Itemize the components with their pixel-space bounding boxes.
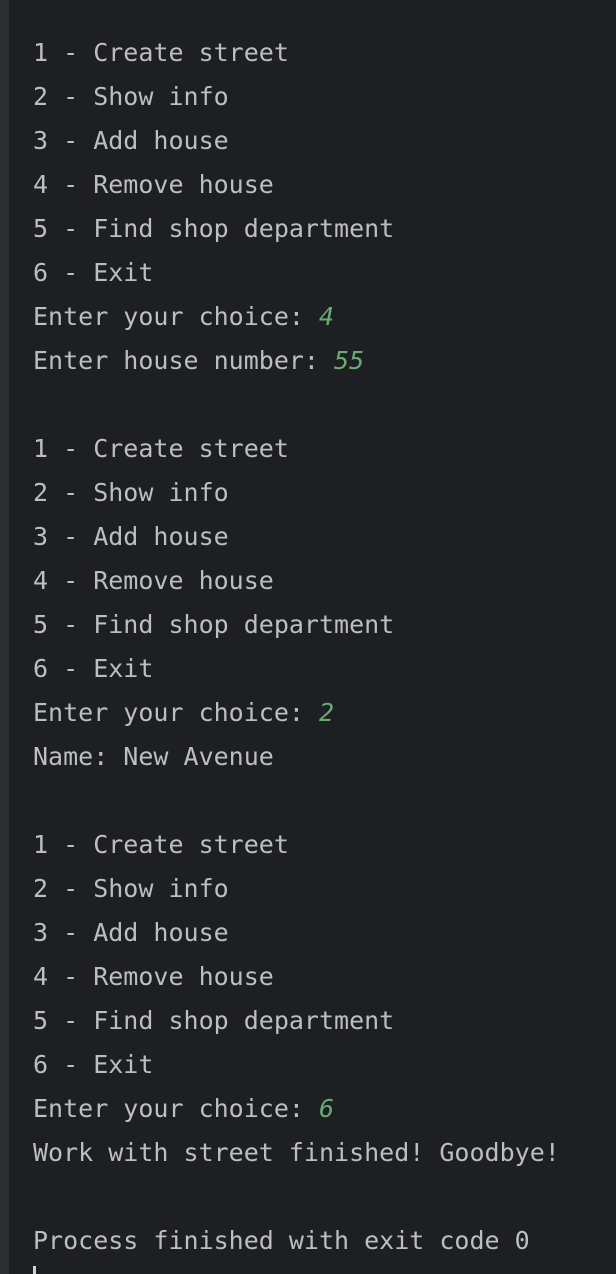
console-line: 1 - Create street bbox=[33, 823, 616, 867]
console-line: 4 - Remove house bbox=[33, 955, 616, 999]
console-line: Enter house number: 55 bbox=[33, 339, 616, 383]
console-line-text: 5 - Find shop department bbox=[33, 1006, 395, 1035]
console-line-text: 6 - Exit bbox=[33, 1050, 154, 1079]
console-line-text: Enter your choice: bbox=[33, 698, 319, 727]
console-line-text: 2 - Show info bbox=[33, 478, 229, 507]
console-line: 3 - Add house bbox=[33, 119, 616, 163]
user-input-value: 2 bbox=[318, 698, 335, 727]
user-input-value: 4 bbox=[318, 302, 335, 331]
console-line-text: 1 - Create street bbox=[33, 830, 289, 859]
console-line-text: 4 - Remove house bbox=[33, 170, 274, 199]
user-input-value: 55 bbox=[334, 346, 365, 375]
console-line: 5 - Find shop department bbox=[33, 603, 616, 647]
run-console[interactable]: 1 - Create street 2 - Show info 3 - Add ho… bbox=[0, 0, 616, 1274]
console-line-text: 3 - Add house bbox=[33, 918, 229, 947]
console-line-text: 3 - Add house bbox=[33, 126, 229, 155]
console-line: 4 - Remove house bbox=[33, 559, 616, 603]
console-output[interactable]: 1 - Create street 2 - Show info 3 - Add ho… bbox=[33, 31, 616, 1263]
console-line-text: Enter house number: bbox=[33, 346, 335, 375]
console-line: 2 - Show info bbox=[33, 75, 616, 119]
console-line: 3 - Add house bbox=[33, 911, 616, 955]
console-line-text: Name: New Avenue bbox=[33, 742, 274, 771]
console-line: 6 - Exit bbox=[33, 1043, 616, 1087]
console-line-text: 5 - Find shop department bbox=[33, 610, 395, 639]
console-line-text: 2 - Show info bbox=[33, 82, 229, 111]
console-line: 2 - Show info bbox=[33, 471, 616, 515]
console-line-text: 1 - Create street bbox=[33, 38, 289, 67]
console-line: Process finished with exit code 0 bbox=[33, 1219, 616, 1263]
console-line-text: Enter your choice: bbox=[33, 302, 319, 331]
console-gutter bbox=[0, 0, 9, 1274]
console-line-text: 4 - Remove house bbox=[33, 962, 274, 991]
console-line-text: Work with street finished! Goodbye! bbox=[33, 1138, 560, 1167]
console-line: 1 - Create street bbox=[33, 31, 616, 75]
text-cursor bbox=[33, 1266, 36, 1274]
console-line: Work with street finished! Goodbye! bbox=[33, 1131, 616, 1175]
console-line: 2 - Show info bbox=[33, 867, 616, 911]
console-line-text: Enter your choice: bbox=[33, 1094, 319, 1123]
console-line: Enter your choice: 4 bbox=[33, 295, 616, 339]
console-line-text: 6 - Exit bbox=[33, 654, 154, 683]
console-line-text: 6 - Exit bbox=[33, 258, 154, 287]
user-input-value: 6 bbox=[318, 1094, 335, 1123]
console-line: 6 - Exit bbox=[33, 647, 616, 691]
console-line: 5 - Find shop department bbox=[33, 999, 616, 1043]
console-line-text: 4 - Remove house bbox=[33, 566, 274, 595]
console-line: 1 - Create street bbox=[33, 427, 616, 471]
console-line: Enter your choice: 6 bbox=[33, 1087, 616, 1131]
console-line-text: Process finished with exit code 0 bbox=[33, 1226, 530, 1255]
console-line: 5 - Find shop department bbox=[33, 207, 616, 251]
console-line-text: 1 - Create street bbox=[33, 434, 289, 463]
console-line: 4 - Remove house bbox=[33, 163, 616, 207]
console-line-text: 3 - Add house bbox=[33, 522, 229, 551]
console-line-text: 5 - Find shop department bbox=[33, 214, 395, 243]
console-line: Enter your choice: 2 bbox=[33, 691, 616, 735]
console-line: 3 - Add house bbox=[33, 515, 616, 559]
console-line-text: 2 - Show info bbox=[33, 874, 229, 903]
console-line: Name: New Avenue bbox=[33, 735, 616, 779]
console-line: 6 - Exit bbox=[33, 251, 616, 295]
